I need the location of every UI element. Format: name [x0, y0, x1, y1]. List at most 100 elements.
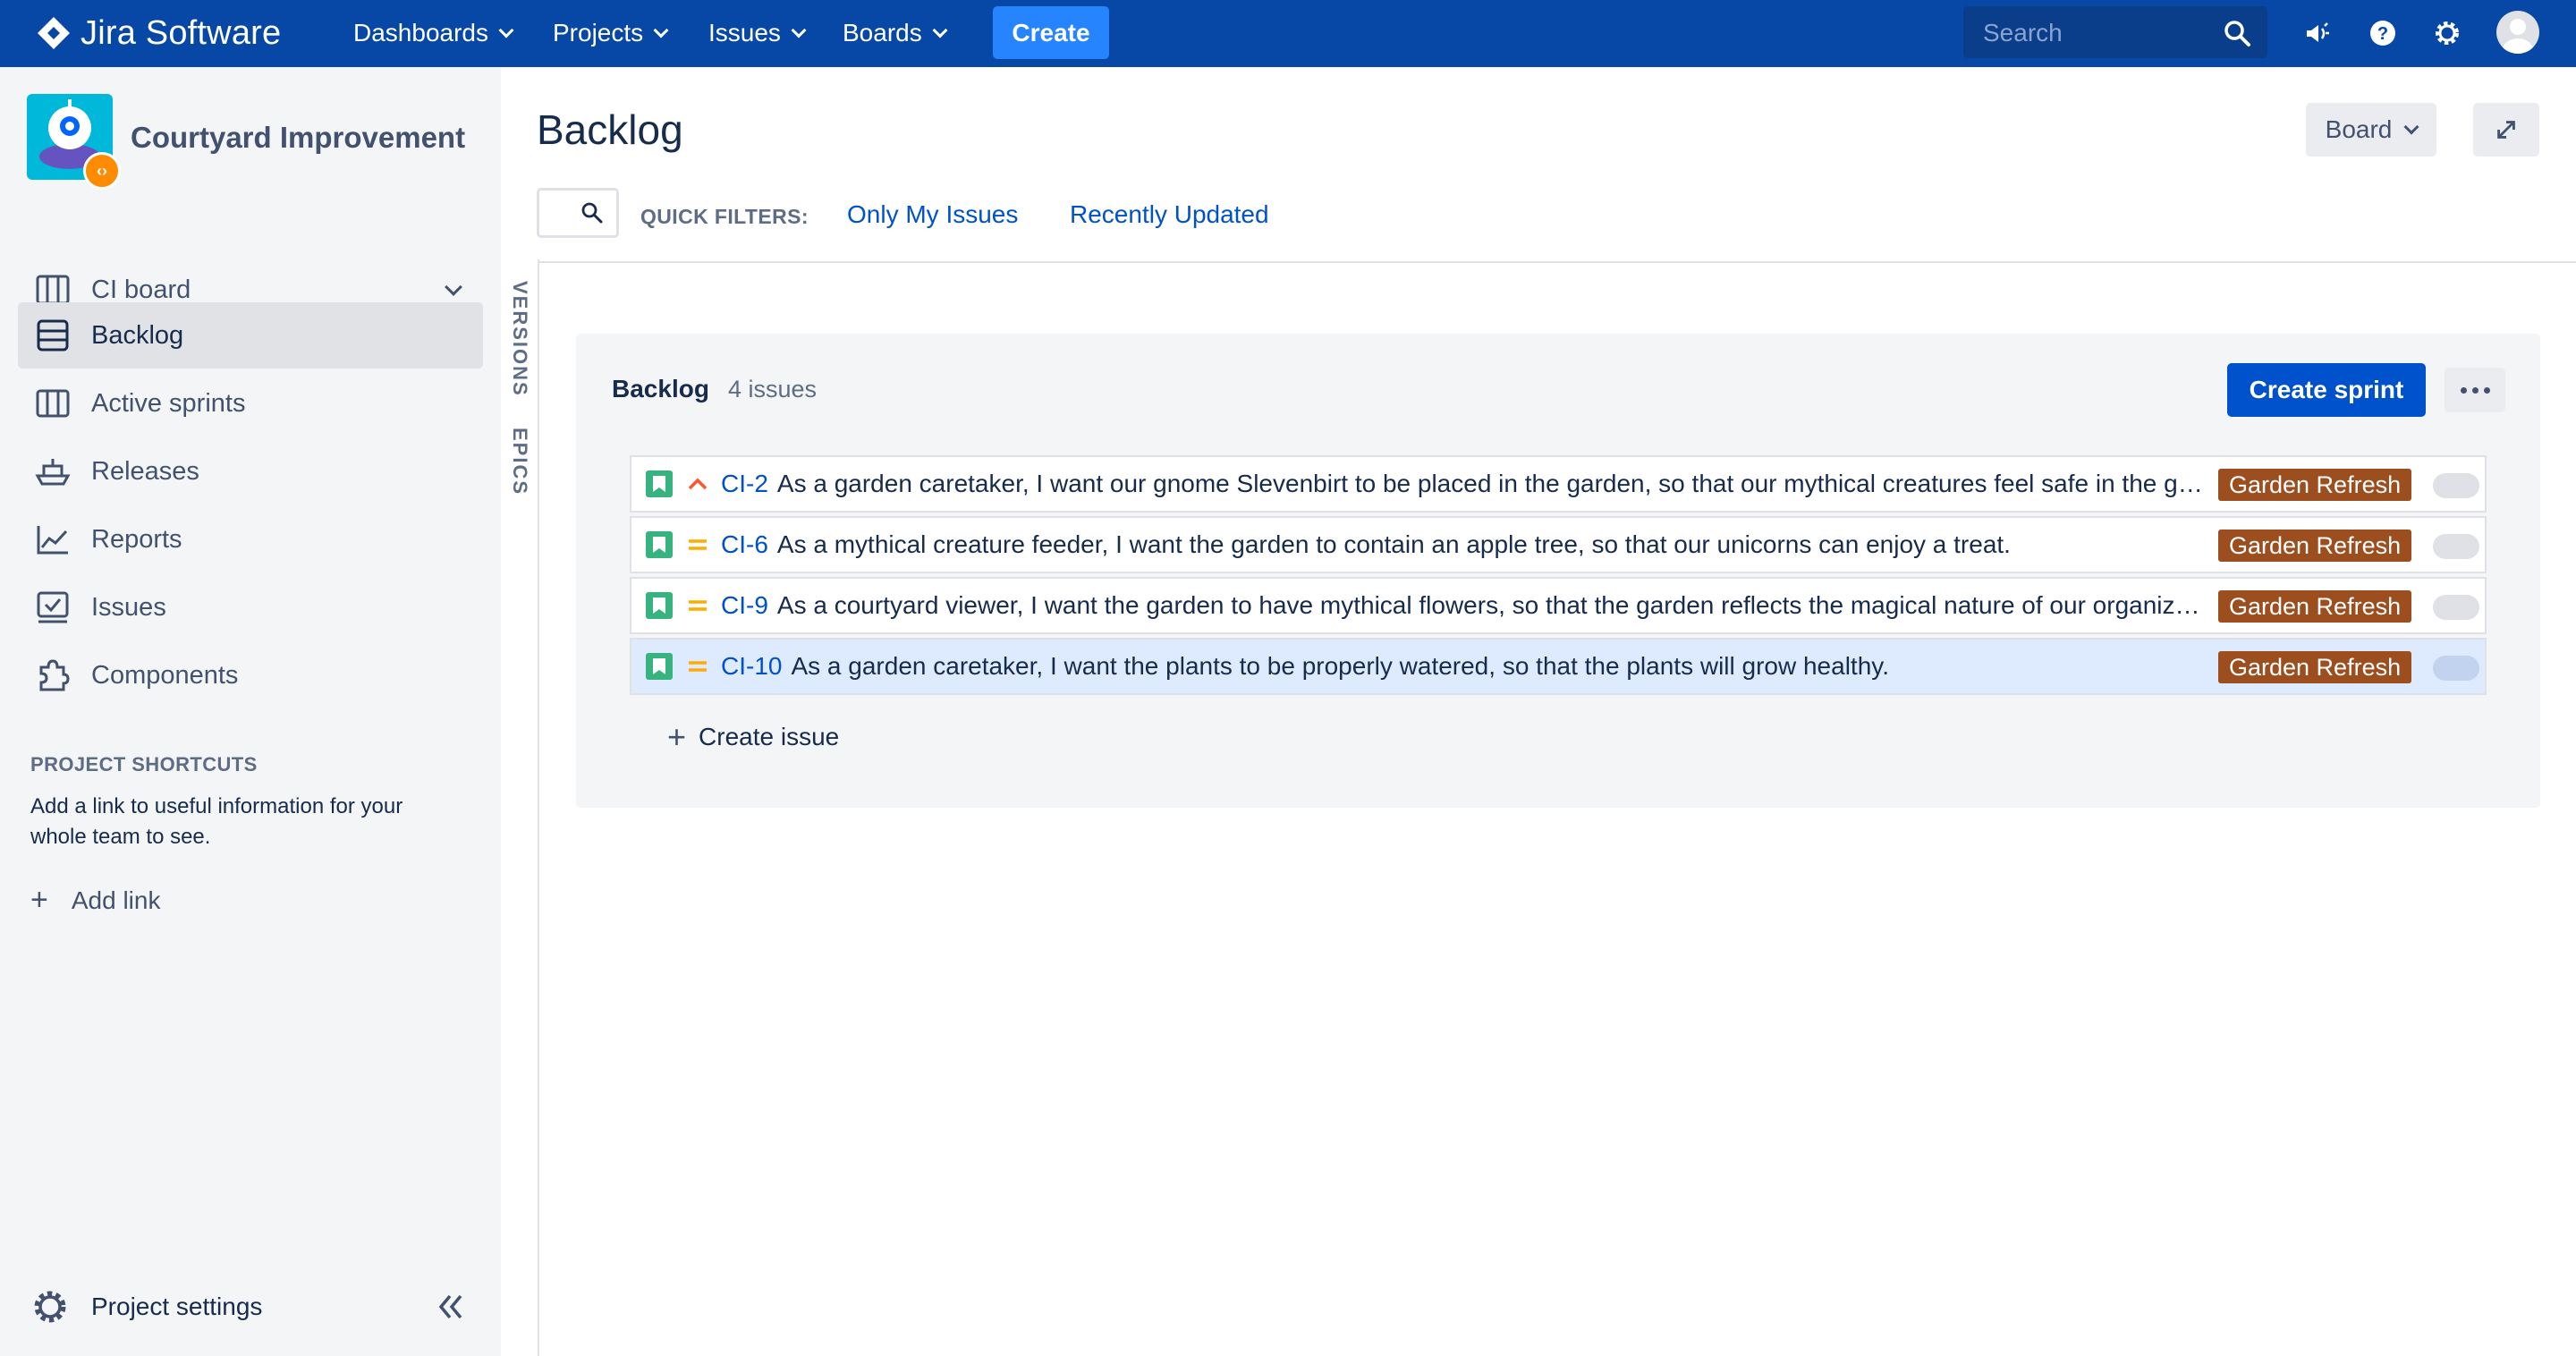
issue-key[interactable]: CI-9	[721, 591, 768, 620]
priority-medium-icon	[685, 532, 710, 557]
issue-list: CI-2 As a garden caretaker, I want our g…	[630, 455, 2487, 699]
search-icon[interactable]	[2223, 19, 2251, 47]
epic-badge[interactable]: Garden Refresh	[2218, 590, 2412, 623]
more-options-icon[interactable]	[2445, 368, 2505, 412]
filter-only-my-issues[interactable]: Only My Issues	[847, 200, 1018, 229]
story-icon	[646, 592, 673, 619]
issue-summary: As a courtyard viewer, I want the garden…	[776, 591, 2208, 619]
epic-badge[interactable]: Garden Refresh	[2218, 530, 2412, 562]
tab-versions[interactable]: VERSIONS	[508, 281, 531, 397]
chevron-down-icon	[2403, 119, 2419, 135]
nav-dashboards[interactable]: Dashboards	[353, 16, 514, 50]
header-divider	[539, 261, 2576, 263]
project-settings-link[interactable]: Project settings	[30, 1287, 262, 1326]
board-switcher-label: CI board	[91, 275, 191, 304]
estimate-pill[interactable]	[2433, 656, 2479, 681]
project-settings-label: Project settings	[91, 1292, 263, 1320]
issue-key[interactable]: CI-2	[721, 470, 768, 498]
shortcuts-heading: PROJECT SHORTCUTS	[30, 753, 258, 775]
issue-row[interactable]: CI-9 As a courtyard viewer, I want the g…	[630, 577, 2487, 634]
nav-boards-label: Boards	[843, 19, 922, 47]
add-link-label: Add link	[71, 886, 161, 914]
nav-issues[interactable]: Issues	[708, 16, 807, 50]
plus-icon: +	[667, 718, 687, 755]
chevron-down-icon	[498, 22, 514, 38]
estimate-pill[interactable]	[2433, 534, 2479, 559]
sidebar-item-label: Backlog	[91, 320, 184, 350]
sidebar-item-reports[interactable]: Reports	[18, 506, 483, 572]
story-icon	[646, 531, 673, 558]
brand-name: Jira Software	[80, 13, 282, 52]
global-search	[1963, 6, 2267, 58]
issues-icon	[32, 587, 73, 628]
svg-text:?: ?	[2377, 24, 2388, 44]
sidebar-item-issues[interactable]: Issues	[18, 574, 483, 640]
tab-divider	[538, 259, 539, 1356]
expand-icon	[2497, 121, 2515, 139]
jira-diamond-icon	[38, 17, 70, 49]
top-navigation-bar: Jira Software Dashboards Projects Issues…	[0, 0, 2576, 67]
sidebar-item-components[interactable]: Components	[18, 642, 483, 708]
create-button[interactable]: Create	[993, 6, 1109, 59]
issue-row[interactable]: CI-6 As a mythical creature feeder, I wa…	[630, 516, 2487, 573]
collapse-sidebar-icon[interactable]	[432, 1289, 468, 1325]
nav-projects[interactable]: Projects	[553, 16, 669, 50]
ship-icon	[32, 451, 73, 492]
nav-boards[interactable]: Boards	[843, 16, 948, 50]
estimate-pill[interactable]	[2433, 595, 2479, 620]
sidebar-item-backlog[interactable]: Backlog	[18, 302, 483, 369]
priority-medium-icon	[685, 654, 710, 679]
sidebar-item-label: Components	[91, 660, 239, 690]
board-columns-icon	[32, 383, 73, 424]
priority-high-icon	[685, 471, 710, 496]
quick-filters-label: QUICK FILTERS:	[640, 205, 809, 228]
issue-key[interactable]: CI-10	[721, 652, 782, 681]
board-view-button[interactable]: Board	[2306, 103, 2436, 157]
side-tab-strip: VERSIONS EPICS	[501, 259, 538, 1356]
issue-summary: As a garden caretaker, I want the plants…	[791, 652, 1889, 680]
sidebar-item-releases[interactable]: Releases	[18, 438, 483, 504]
backlog-heading: Backlog	[612, 375, 709, 403]
epic-badge[interactable]: Garden Refresh	[2218, 469, 2412, 501]
plus-icon: +	[30, 883, 48, 917]
chevron-down-icon	[932, 22, 948, 38]
issue-count: 4 issues	[728, 376, 818, 403]
help-icon[interactable]: ?	[2366, 16, 2400, 50]
puzzle-icon	[32, 655, 73, 696]
sidebar-item-label: Active sprints	[91, 388, 246, 418]
issue-key[interactable]: CI-6	[721, 530, 768, 559]
shortcuts-description: Add a link to useful information for you…	[30, 794, 403, 849]
project-sidebar: ‹› Courtyard Improvement CI board Backlo…	[0, 67, 501, 1356]
priority-medium-icon	[685, 593, 710, 618]
nav-issues-label: Issues	[708, 19, 781, 47]
issue-row[interactable]: CI-10 As a garden caretaker, I want the …	[630, 638, 2487, 695]
code-badge-icon: ‹›	[83, 152, 121, 190]
chevron-down-icon	[791, 22, 807, 38]
epic-badge[interactable]: Garden Refresh	[2218, 651, 2412, 683]
estimate-pill[interactable]	[2433, 473, 2479, 498]
project-name: Courtyard Improvement	[131, 121, 466, 154]
user-avatar-icon[interactable]	[2496, 11, 2539, 54]
megaphone-icon[interactable]	[2301, 16, 2334, 50]
add-link-button[interactable]: + Add link	[30, 883, 160, 918]
sidebar-item-active-sprints[interactable]: Active sprints	[18, 370, 483, 436]
issue-summary: As a garden caretaker, I want our gnome …	[776, 470, 2208, 497]
sidebar-item-label: Issues	[91, 592, 166, 622]
issue-summary: As a mythical creature feeder, I want th…	[776, 530, 2011, 558]
backlog-panel: Backlog 4 issues Create sprint CI-2 As a…	[576, 334, 2540, 808]
issue-row[interactable]: CI-2 As a garden caretaker, I want our g…	[630, 455, 2487, 513]
settings-icon[interactable]	[2430, 16, 2464, 50]
create-issue-button[interactable]: + Create issue	[667, 718, 839, 756]
gear-icon	[34, 1291, 66, 1323]
jira-logo[interactable]: Jira Software	[36, 13, 281, 54]
filter-recently-updated[interactable]: Recently Updated	[1070, 200, 1269, 229]
backlog-search-input[interactable]	[537, 188, 619, 238]
nav-projects-label: Projects	[553, 19, 644, 47]
create-sprint-button[interactable]: Create sprint	[2227, 363, 2426, 417]
chevron-down-icon	[445, 278, 462, 296]
sidebar-item-label: Releases	[91, 456, 199, 486]
tab-epics[interactable]: EPICS	[508, 428, 531, 496]
search-input[interactable]	[1981, 15, 2217, 51]
story-icon	[646, 470, 673, 497]
fullscreen-button[interactable]	[2473, 103, 2539, 157]
